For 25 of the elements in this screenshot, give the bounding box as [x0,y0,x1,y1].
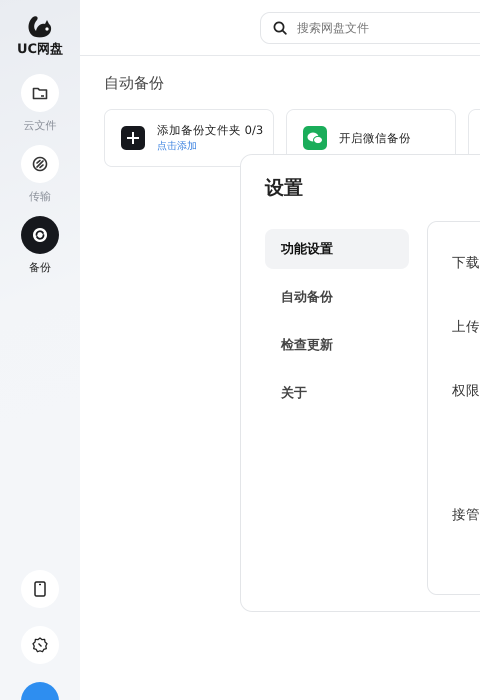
plus-icon [126,131,140,145]
card-title: 添加备份文件夹 0/3 [157,123,264,138]
setting-label: 权限 [452,383,480,399]
search-icon [273,20,287,34]
settings-menu-item[interactable]: 关于 [265,373,409,413]
dialog-title: 设置 [265,176,304,201]
folder-icon [32,86,48,100]
phone-icon [34,581,46,597]
settings-menu-item[interactable]: 自动备份 [265,277,409,317]
setting-label: 接管 [452,507,480,523]
settings-icon [32,637,48,653]
search-field[interactable]: 搜索网盘文件 [260,12,480,44]
transfer-icon [32,156,48,172]
card-title: 开启微信备份 [339,130,411,146]
chat-bubbles-icon [303,126,327,150]
setting-label: 下载 [452,255,480,271]
setting-label: 上传 [452,319,480,335]
page-title: 自动备份 [104,74,165,93]
settings-button[interactable] [21,626,59,664]
add-link[interactable]: 点击添加 [157,139,264,153]
logo-text: UC网盘 [16,41,64,58]
sync-icon [32,227,48,243]
settings-menu-item[interactable]: 检查更新 [265,325,409,365]
phone-button[interactable] [21,570,59,608]
settings-menu-item[interactable]: 功能设置 [265,229,409,269]
